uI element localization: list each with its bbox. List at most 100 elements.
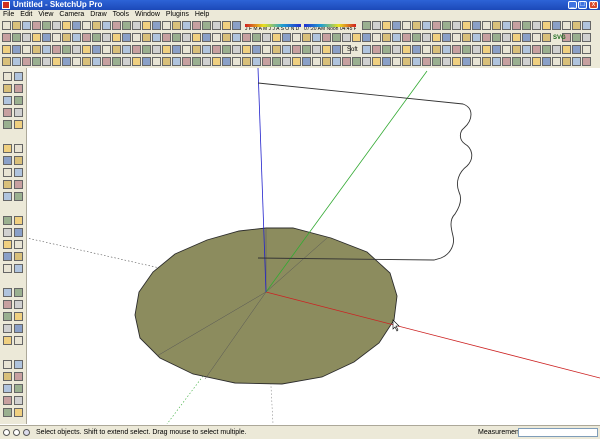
menu-plugins[interactable]: Plugins (163, 10, 192, 20)
toolbar-tool-icon[interactable] (192, 21, 201, 30)
toolbar-tool-icon[interactable] (172, 21, 181, 30)
toolbar-tool-icon[interactable] (362, 33, 371, 42)
left-tool-icon[interactable] (14, 396, 23, 405)
left-tool-icon[interactable] (3, 396, 12, 405)
toolbar-tool-icon[interactable] (522, 21, 531, 30)
left-tool-icon[interactable] (14, 240, 23, 249)
toolbar-tool-icon[interactable] (312, 33, 321, 42)
toolbar-tool-icon[interactable] (332, 33, 341, 42)
toolbar-tool-icon[interactable] (222, 21, 231, 30)
toolbar-tool-icon[interactable] (512, 45, 521, 54)
toolbar-tool-icon[interactable] (472, 45, 481, 54)
toolbar-tool-icon[interactable] (472, 57, 481, 66)
toolbar-tool-icon[interactable] (342, 33, 351, 42)
toolbar-tool-icon[interactable] (162, 57, 171, 66)
toolbar-tool-icon[interactable] (202, 57, 211, 66)
left-tool-icon[interactable] (14, 252, 23, 261)
toolbar-tool-icon[interactable] (202, 45, 211, 54)
toolbar-tool-icon[interactable] (492, 33, 501, 42)
toolbar-tool-icon[interactable] (412, 21, 421, 30)
left-tool-icon[interactable] (3, 408, 12, 417)
toolbar-tool-icon[interactable] (142, 21, 151, 30)
shadow-time-slider[interactable]: 07:20 AM Noon 04:45 PM (304, 24, 356, 32)
toolbar-tool-icon[interactable] (262, 57, 271, 66)
toolbar-tool-icon[interactable] (382, 21, 391, 30)
toolbar-tool-icon[interactable] (292, 57, 301, 66)
toolbar-tool-icon[interactable] (412, 57, 421, 66)
toolbar-tool-icon[interactable] (452, 57, 461, 66)
toolbar-tool-icon[interactable] (542, 33, 551, 42)
close-button[interactable]: x (589, 1, 598, 9)
toolbar-tool-icon[interactable] (42, 21, 51, 30)
toolbar-tool-icon[interactable] (312, 57, 321, 66)
toolbar-tool-icon[interactable] (232, 45, 241, 54)
left-tool-icon[interactable] (14, 168, 23, 177)
toolbar-tool-icon[interactable] (122, 21, 131, 30)
toolbar-tool-icon[interactable] (432, 21, 441, 30)
toolbar-tool-icon[interactable] (252, 33, 261, 42)
toolbar-tool-icon[interactable] (582, 33, 591, 42)
toolbar-tool-icon[interactable] (542, 57, 551, 66)
toolbar-tool-icon[interactable] (192, 33, 201, 42)
toolbar-tool-icon[interactable] (502, 21, 511, 30)
toolbar-tool-icon[interactable] (302, 57, 311, 66)
toolbar-tool-icon[interactable] (252, 45, 261, 54)
toolbar-tool-icon[interactable] (272, 45, 281, 54)
toolbar-tool-icon[interactable] (142, 45, 151, 54)
toolbar-tool-icon[interactable] (422, 57, 431, 66)
toolbar-tool-icon[interactable] (282, 33, 291, 42)
toolbar-tool-icon[interactable] (392, 33, 401, 42)
left-tool-icon[interactable] (14, 264, 23, 273)
toolbar-tool-icon[interactable] (372, 21, 381, 30)
minimize-button[interactable]: _ (568, 1, 577, 9)
toolbar-tool-icon[interactable] (92, 21, 101, 30)
left-tool-icon[interactable] (14, 384, 23, 393)
toolbar-tool-icon[interactable] (362, 57, 371, 66)
toolbar-tool-icon[interactable] (172, 33, 181, 42)
left-tool-icon[interactable] (14, 156, 23, 165)
left-tool-icon[interactable] (3, 180, 12, 189)
toolbar-tool-icon[interactable] (382, 33, 391, 42)
toolbar-tool-icon[interactable] (102, 57, 111, 66)
toolbar-tool-icon[interactable] (212, 21, 221, 30)
left-tool-icon[interactable] (3, 96, 12, 105)
toolbar-tool-icon[interactable] (232, 33, 241, 42)
toolbar-tool-icon[interactable] (22, 21, 31, 30)
toolbar-tool-icon[interactable] (22, 57, 31, 66)
left-tool-icon[interactable] (3, 120, 12, 129)
toolbar-tool-icon[interactable] (312, 45, 321, 54)
toolbar-tool-icon[interactable] (432, 33, 441, 42)
toolbar-tool-icon[interactable] (132, 45, 141, 54)
left-tool-icon[interactable] (14, 120, 23, 129)
toolbar-tool-icon[interactable] (472, 33, 481, 42)
toolbar-tool-icon[interactable] (572, 57, 581, 66)
toolbar-tool-icon[interactable] (412, 33, 421, 42)
toolbar-tool-icon[interactable] (82, 45, 91, 54)
toolbar-tool-icon[interactable] (82, 33, 91, 42)
toolbar-tool-icon[interactable] (62, 33, 71, 42)
left-tool-icon[interactable] (3, 168, 12, 177)
toolbar-tool-icon[interactable] (232, 21, 241, 30)
shadow-date-slider[interactable]: J F M A M J J A S O N D (245, 24, 301, 32)
toolbar-tool-icon[interactable] (52, 57, 61, 66)
toolbar-tool-icon[interactable] (152, 21, 161, 30)
toolbar-tool-icon[interactable] (52, 33, 61, 42)
toolbar-tool-icon[interactable] (402, 57, 411, 66)
toolbar-tool-icon[interactable] (182, 33, 191, 42)
left-tool-icon[interactable] (3, 108, 12, 117)
toolbar-tool-icon[interactable] (362, 21, 371, 30)
menu-camera[interactable]: Camera (56, 10, 87, 20)
left-tool-icon[interactable] (14, 372, 23, 381)
toolbar-tool-icon[interactable] (352, 57, 361, 66)
menu-help[interactable]: Help (192, 10, 212, 20)
toolbar-tool-icon[interactable] (32, 21, 41, 30)
toolbar-tool-icon[interactable] (462, 21, 471, 30)
toolbar-tool-icon[interactable] (22, 33, 31, 42)
toolbar-tool-icon[interactable] (362, 45, 371, 54)
toolbar-tool-icon[interactable] (42, 33, 51, 42)
toolbar-tool-icon[interactable] (292, 45, 301, 54)
toolbar-tool-icon[interactable] (432, 57, 441, 66)
toolbar-tool-icon[interactable] (472, 21, 481, 30)
toolbar-tool-icon[interactable] (302, 33, 311, 42)
toolbar-tool-icon[interactable] (442, 57, 451, 66)
